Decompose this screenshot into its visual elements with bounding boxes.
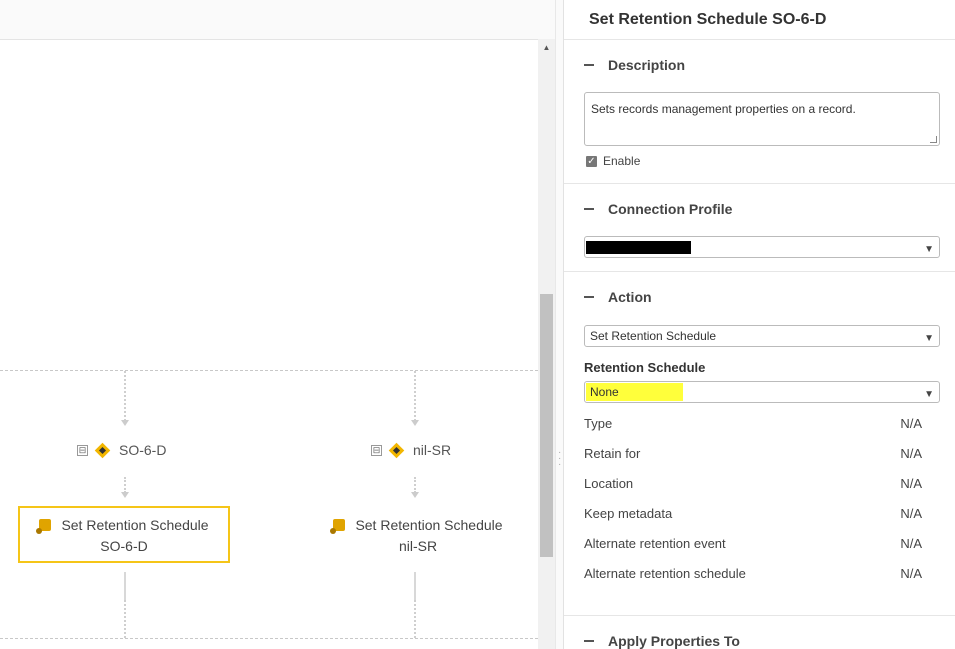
property-row-keep-metadata: Keep metadata N/A — [584, 506, 922, 521]
condition-label: nil-SR — [413, 442, 452, 458]
divider — [564, 183, 955, 184]
properties-panel: Set Retention Schedule SO-6-D Descriptio… — [564, 0, 955, 649]
section-header-apply-properties[interactable]: Apply Properties To — [584, 633, 740, 649]
workflow-canvas[interactable]: ⊟ SO-6-D ⊟ nil-SR Set Retention Schedule… — [0, 0, 555, 649]
connector-line — [414, 477, 416, 493]
action-select[interactable]: Set Retention Schedule ▼ — [584, 325, 940, 347]
divider — [564, 615, 955, 616]
condition-icon — [94, 442, 111, 458]
property-row-type: Type N/A — [584, 416, 922, 431]
action-select-value: Set Retention Schedule — [590, 329, 717, 343]
scroll-thumb[interactable] — [540, 294, 553, 557]
section-title: Action — [608, 289, 652, 305]
retention-schedule-select[interactable]: None ▼ — [584, 381, 940, 403]
action-node-sublabel: SO-6-D — [100, 538, 148, 554]
condition-node-nil-sr[interactable]: ⊟ nil-SR — [371, 442, 451, 458]
connector-line — [124, 600, 126, 638]
section-header-connection-profile[interactable]: Connection Profile — [584, 201, 732, 217]
property-value: N/A — [900, 416, 922, 431]
connector-line — [124, 371, 126, 421]
property-value: N/A — [900, 476, 922, 491]
action-node-nil-sr[interactable]: Set Retention Schedule nil-SR — [312, 506, 524, 563]
collapse-icon[interactable] — [584, 208, 594, 210]
property-row-alternate-retention-event: Alternate retention event N/A — [584, 536, 922, 551]
connector-line — [124, 477, 126, 493]
property-row-location: Location N/A — [584, 476, 922, 491]
property-value: N/A — [900, 446, 922, 461]
connector-arrow — [121, 420, 129, 426]
property-name: Type — [584, 416, 613, 431]
scroll-up-arrow-icon[interactable]: ▲ — [538, 39, 555, 56]
connector-line — [414, 371, 416, 421]
action-node-sublabel: nil-SR — [398, 538, 438, 554]
condition-label: SO-6-D — [119, 442, 167, 458]
property-value: N/A — [900, 566, 922, 581]
condition-icon — [388, 442, 405, 458]
collapse-icon[interactable]: ⊟ — [371, 444, 382, 456]
description-textarea[interactable]: Sets records management properties on a … — [584, 92, 940, 146]
branch-connector-bottom — [0, 638, 538, 639]
property-name: Alternate retention event — [584, 536, 726, 551]
chevron-down-icon: ▼ — [924, 389, 934, 400]
collapse-icon[interactable]: ⊟ — [77, 444, 88, 456]
connector-arrow — [121, 492, 129, 498]
connector-arrow — [411, 492, 419, 498]
canvas-scrollbar[interactable]: ▲ — [538, 39, 555, 649]
panel-title: Set Retention Schedule SO-6-D — [589, 11, 827, 28]
collapse-icon[interactable] — [584, 64, 594, 66]
divider — [564, 271, 955, 272]
section-header-action[interactable]: Action — [584, 289, 652, 305]
canvas-toolbar — [0, 0, 555, 40]
resize-handle-icon[interactable] — [930, 136, 937, 143]
property-name: Location — [584, 476, 634, 491]
action-icon — [36, 519, 52, 534]
description-text: Sets records management properties on a … — [591, 102, 856, 116]
section-title: Apply Properties To — [608, 633, 740, 649]
section-title: Description — [608, 57, 686, 73]
branch-connector-top — [0, 370, 538, 371]
property-name: Keep metadata — [584, 506, 673, 521]
drag-handle-icon[interactable]: · · · — [558, 448, 561, 470]
collapse-icon[interactable] — [584, 296, 594, 298]
retention-schedule-value: None — [590, 385, 619, 399]
property-value: N/A — [900, 506, 922, 521]
action-node-label: Set Retention Schedule — [355, 517, 503, 533]
action-node-label: Set Retention Schedule — [61, 517, 209, 533]
connector-line — [414, 572, 416, 600]
checkbox-checked-icon[interactable]: ✓ — [586, 155, 597, 167]
connector-arrow — [411, 420, 419, 426]
chevron-down-icon: ▼ — [924, 333, 934, 344]
divider — [564, 39, 955, 40]
property-row-retain-for: Retain for N/A — [584, 446, 922, 461]
connector-line — [414, 600, 416, 638]
enable-checkbox-row[interactable]: ✓ Enable — [586, 154, 640, 168]
section-title: Connection Profile — [608, 201, 733, 217]
connector-line — [124, 572, 126, 600]
panel-splitter[interactable]: · · · — [555, 0, 564, 649]
property-value: N/A — [900, 536, 922, 551]
collapse-icon[interactable] — [584, 640, 594, 642]
retention-schedule-label: Retention Schedule — [584, 360, 706, 375]
redacted-value — [586, 241, 691, 254]
property-name: Alternate retention schedule — [584, 566, 746, 581]
action-node-so-6-d[interactable]: Set Retention Schedule SO-6-D — [18, 506, 230, 563]
condition-node-so-6-d[interactable]: ⊟ SO-6-D — [77, 442, 166, 458]
property-name: Retain for — [584, 446, 641, 461]
property-row-alternate-retention-schedule: Alternate retention schedule N/A — [584, 566, 922, 581]
enable-label: Enable — [603, 154, 641, 168]
section-header-description[interactable]: Description — [584, 57, 685, 73]
action-icon — [330, 519, 346, 534]
chevron-down-icon: ▼ — [924, 244, 934, 255]
